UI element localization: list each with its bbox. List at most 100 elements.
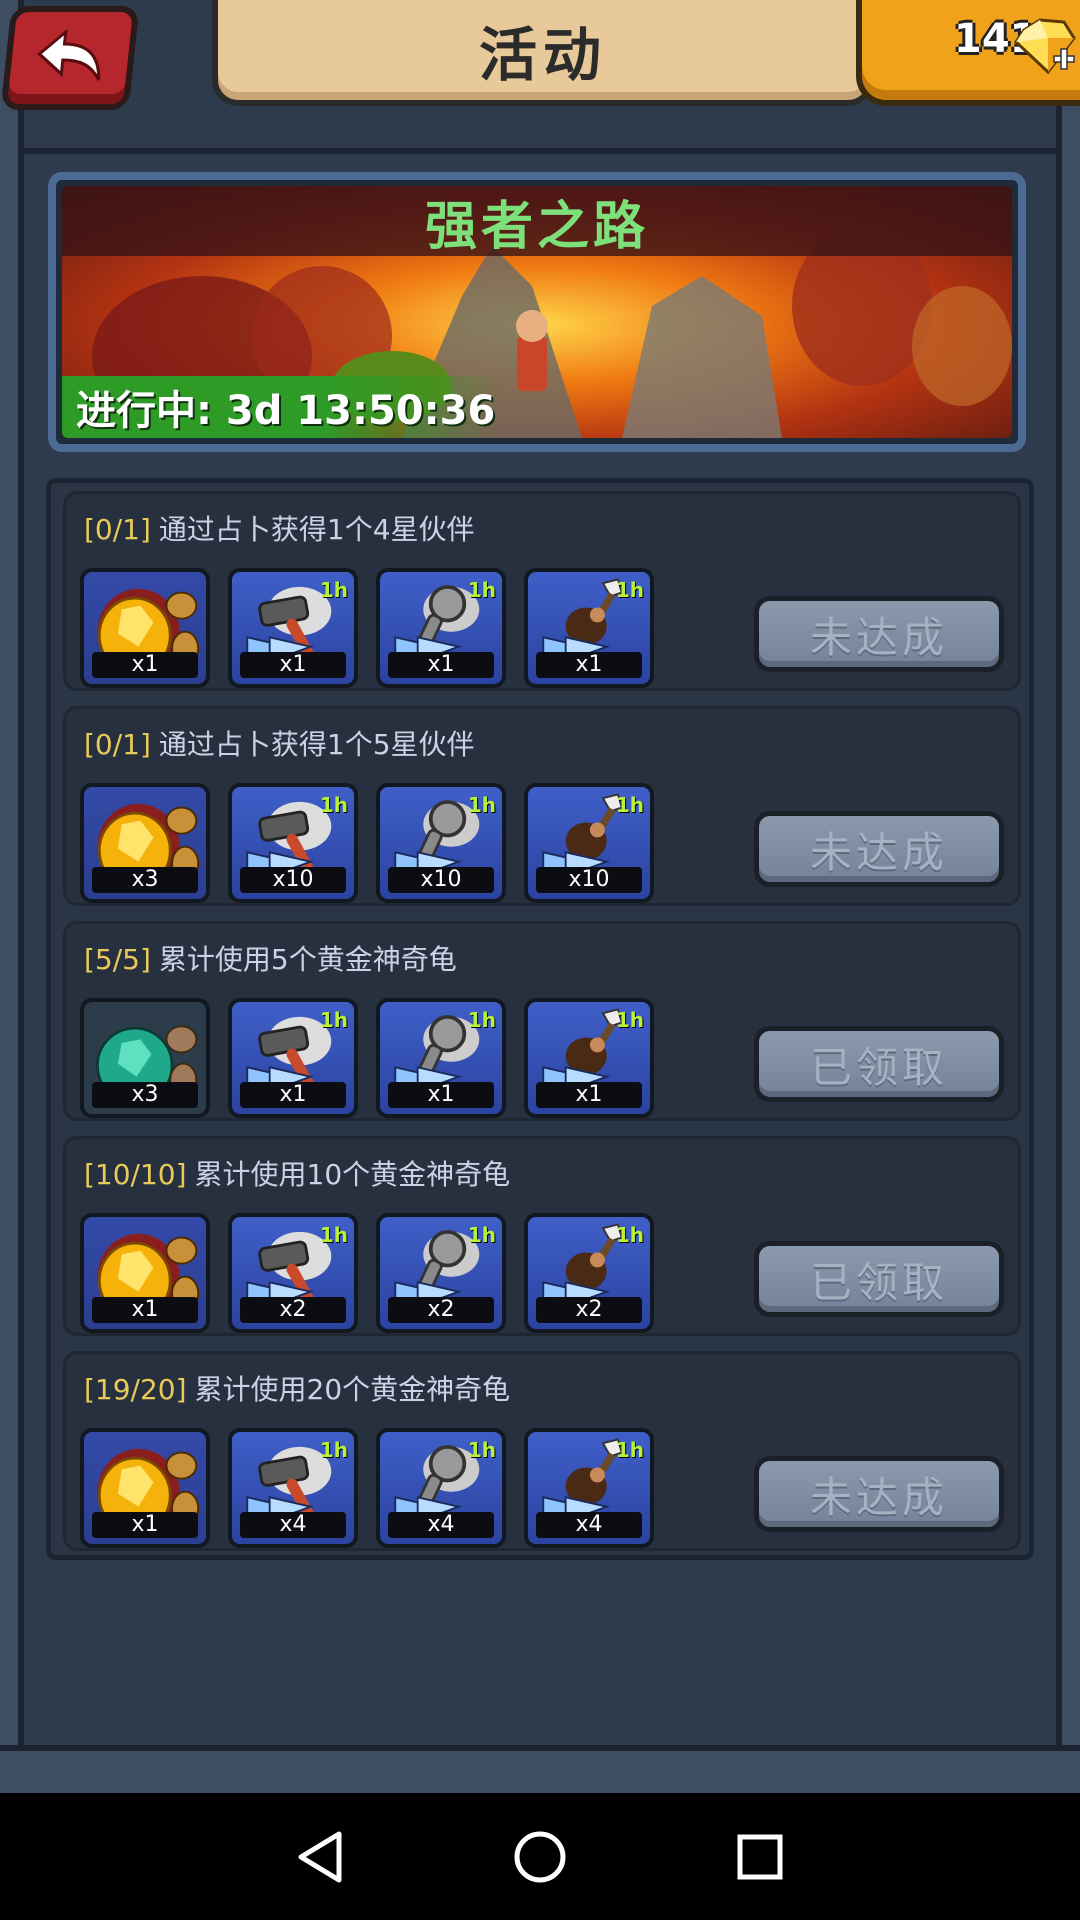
reward-slot[interactable]: 1h x1 [524,998,654,1118]
reward-slot[interactable]: 1h x10 [376,783,506,903]
claim-button[interactable]: 已领取 [754,1241,1004,1317]
reward-slot[interactable]: 1h x10 [228,783,358,903]
reward-time-badge: 1h [467,1438,496,1462]
reward-slot[interactable]: 1h x1 [376,568,506,688]
reward-time-badge: 1h [615,793,644,817]
back-arrow-icon [37,28,101,81]
reward-slot[interactable]: x3 [80,998,210,1118]
reward-time-badge: 1h [319,793,348,817]
nav-back-button[interactable] [290,1827,350,1887]
reward-slot[interactable]: 1h x4 [524,1428,654,1548]
android-nav-bar [0,1793,1080,1920]
event-banner[interactable]: 强者之路 进行中: 3d 13:50:36 [48,172,1026,452]
reward-time-badge: 1h [615,1008,644,1032]
task-list[interactable]: [0/1] 通过占卜获得1个4星伙伴 x1 1h x1 1h x1 1h x1 未达成 … [46,478,1034,1560]
task-row: [0/1] 通过占卜获得1个5星伙伴 x3 1h x10 1h x10 1h x10 未… [63,706,1021,906]
reward-slot[interactable]: x1 [80,1428,210,1548]
square-recents-icon [737,1834,783,1879]
reward-count: x3 [92,1082,198,1108]
claim-button-label: 已领取 [809,1257,948,1307]
claim-button-label: 未达成 [809,1472,948,1522]
reward-time-badge: 1h [319,1008,348,1032]
reward-slot[interactable]: x1 [80,568,210,688]
reward-slot[interactable]: 1h x1 [228,568,358,688]
task-progress: [5/5] [84,943,151,976]
reward-time-badge: 1h [319,1223,348,1247]
back-button[interactable] [0,6,140,110]
reward-list: x1 1h x2 1h x2 1h x2 [80,1213,654,1333]
task-row: [5/5] 累计使用5个黄金神奇龟 x3 1h x1 1h x1 1h x1 已领取 [63,921,1021,1121]
claim-button[interactable]: 已领取 [754,1026,1004,1102]
nav-recents-button[interactable] [730,1827,790,1887]
reward-slot[interactable]: x3 [80,783,210,903]
task-progress: [19/20] [84,1373,187,1406]
reward-time-badge: 1h [467,1223,496,1247]
reward-count: x4 [536,1512,642,1538]
reward-count: x1 [240,1082,346,1108]
reward-slot[interactable]: 1h x2 [524,1213,654,1333]
task-row: [0/1] 通过占卜获得1个4星伙伴 x1 1h x1 1h x1 1h x1 未达成 [63,491,1021,691]
event-title-bar: 强者之路 [62,186,1012,257]
task-title: [10/10] 累计使用10个黄金神奇龟 [84,1153,510,1193]
reward-slot[interactable]: 1h x10 [524,783,654,903]
reward-slot[interactable]: 1h x4 [228,1428,358,1548]
header-divider [20,148,1060,154]
reward-count: x2 [240,1297,346,1323]
reward-count: x2 [536,1297,642,1323]
task-description: 累计使用20个黄金神奇龟 [194,1373,511,1406]
reward-list: x3 1h x10 1h x10 1h x10 [80,783,654,903]
reward-time-badge: 1h [615,1438,644,1462]
reward-slot[interactable]: 1h x2 [228,1213,358,1333]
claim-button-label: 未达成 [809,827,948,877]
left-frame [0,0,24,1793]
reward-time-badge: 1h [467,578,496,602]
reward-slot[interactable]: 1h x2 [376,1213,506,1333]
nav-home-button[interactable] [510,1827,570,1887]
task-progress: [0/1] [84,728,151,761]
task-row: [10/10] 累计使用10个黄金神奇龟 x1 1h x2 1h x2 1h x2 已领… [63,1136,1021,1336]
task-title: [0/1] 通过占卜获得1个4星伙伴 [84,508,475,548]
reward-slot[interactable]: 1h x1 [376,998,506,1118]
task-progress: [10/10] [84,1158,187,1191]
page-title: 活动 [478,21,607,89]
claim-button[interactable]: 未达成 [754,596,1004,672]
circle-home-icon [514,1831,566,1882]
reward-count: x1 [92,1297,198,1323]
title-banner: 活动 [212,0,874,106]
reward-count: x1 [536,652,642,678]
reward-slot[interactable]: 1h x1 [228,998,358,1118]
gem-panel[interactable]: 141 [856,0,1080,106]
reward-time-badge: 1h [319,1438,348,1462]
event-countdown: 进行中: 3d 13:50:36 [76,388,496,434]
reward-slot[interactable]: x1 [80,1213,210,1333]
reward-count: x1 [92,652,198,678]
task-row: [19/20] 累计使用20个黄金神奇龟 x1 1h x4 1h x4 1h x4 未达… [63,1351,1021,1551]
task-description: 通过占卜获得1个4星伙伴 [158,513,475,546]
task-progress: [0/1] [84,513,151,546]
reward-count: x1 [536,1082,642,1108]
event-artwork: 强者之路 进行中: 3d 13:50:36 [62,186,1012,438]
reward-slot[interactable]: 1h x1 [524,568,654,688]
task-description: 通过占卜获得1个5星伙伴 [158,728,475,761]
reward-count: x10 [240,867,346,893]
reward-list: x1 1h x4 1h x4 1h x4 [80,1428,654,1548]
claim-button[interactable]: 未达成 [754,811,1004,887]
reward-time-badge: 1h [615,1223,644,1247]
game-screen: 活动 141 强者之路 进行中: 3d 13:50:36 [0/1] 通过占卜获… [0,0,1080,1793]
reward-count: x1 [388,1082,494,1108]
reward-time-badge: 1h [467,1008,496,1032]
claim-button[interactable]: 未达成 [754,1456,1004,1532]
reward-slot[interactable]: 1h x4 [376,1428,506,1548]
claim-button-label: 已领取 [809,1042,948,1092]
reward-count: x1 [388,652,494,678]
reward-list: x3 1h x1 1h x1 1h x1 [80,998,654,1118]
reward-count: x3 [92,867,198,893]
reward-list: x1 1h x1 1h x1 1h x1 [80,568,654,688]
reward-time-badge: 1h [319,578,348,602]
reward-time-badge: 1h [615,578,644,602]
reward-count: x10 [388,867,494,893]
reward-count: x1 [240,652,346,678]
task-description: 累计使用5个黄金神奇龟 [158,943,457,976]
reward-time-badge: 1h [467,793,496,817]
reward-count: x10 [536,867,642,893]
